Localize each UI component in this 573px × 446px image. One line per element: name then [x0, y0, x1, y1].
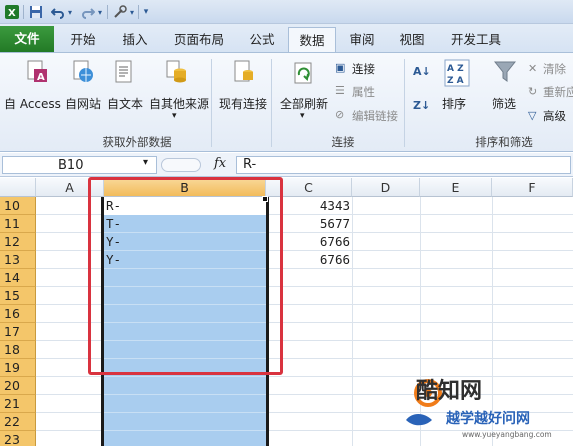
refresh-all-button[interactable]: 全部刷新	[280, 95, 328, 112]
row-header-17[interactable]: 17	[0, 323, 36, 341]
undo-icon[interactable]	[50, 4, 66, 20]
row-header-15[interactable]: 15	[0, 287, 36, 305]
sort-icon: A Z Z A	[444, 59, 470, 87]
row-header-14[interactable]: 14	[0, 269, 36, 287]
name-box[interactable]: B10 ▾	[2, 156, 157, 174]
existing-connections-icon	[233, 59, 255, 85]
row-header-11[interactable]: 11	[0, 215, 36, 233]
group-label-sort-filter: 排序和筛选	[475, 135, 533, 149]
svg-text:X: X	[8, 8, 16, 19]
excel-app-icon[interactable]: X	[4, 4, 20, 20]
sort-button[interactable]: 排序	[442, 95, 466, 112]
reapply-icon: ↻	[528, 85, 538, 98]
customize-icon[interactable]: ▾	[141, 4, 151, 20]
row-header-12[interactable]: 12	[0, 233, 36, 251]
clear-filter-button[interactable]: 清除	[543, 61, 566, 77]
redo-icon[interactable]	[80, 4, 96, 20]
tab-review[interactable]: 审阅	[340, 27, 384, 52]
row-header-18[interactable]: 18	[0, 341, 36, 359]
group-label-get-external: 获取外部数据	[102, 135, 172, 149]
sort-ascending-icon[interactable]: A↓	[413, 65, 431, 78]
column-header-f[interactable]: F	[492, 178, 573, 197]
properties-button[interactable]: 属性	[352, 84, 375, 100]
tab-page-layout[interactable]: 页面布局	[164, 27, 234, 52]
column-header-e[interactable]: E	[420, 178, 492, 197]
divider	[138, 5, 139, 19]
row-header-16[interactable]: 16	[0, 305, 36, 323]
tab-home[interactable]: 开始	[60, 27, 106, 52]
web-icon	[72, 59, 94, 85]
quick-access-toolbar: X ▾ ▾ ▾ ▾	[0, 0, 573, 24]
tab-developer[interactable]: 开发工具	[440, 27, 512, 52]
row-header-22[interactable]: 22	[0, 413, 36, 431]
column-header-d[interactable]: D	[352, 178, 420, 197]
tab-insert[interactable]: 插入	[112, 27, 158, 52]
svg-text:A: A	[37, 72, 45, 83]
watermark-url: www.yueyangbang.com	[462, 430, 552, 439]
access-db-icon: A	[26, 59, 48, 85]
chevron-down-icon[interactable]: ▾	[143, 157, 148, 168]
connections-icon: ▣	[335, 61, 346, 74]
chevron-down-icon[interactable]: ▾	[300, 111, 305, 121]
tab-view[interactable]: 视图	[390, 27, 434, 52]
divider	[107, 5, 108, 19]
filter-button[interactable]: 筛选	[492, 95, 516, 112]
from-text-button[interactable]: 自文本	[107, 95, 143, 112]
edit-links-icon: ⊘	[335, 108, 345, 121]
row-header-13[interactable]: 13	[0, 251, 36, 269]
tab-file[interactable]: 文件	[0, 26, 54, 52]
tab-data[interactable]: 数据	[288, 27, 336, 52]
group-label-connections: 连接	[331, 135, 355, 149]
watermark-title: 酷知网	[416, 379, 483, 404]
row-header-19[interactable]: 19	[0, 359, 36, 377]
divider	[404, 59, 405, 147]
highlight-box	[88, 177, 283, 375]
tools-icon[interactable]	[112, 4, 128, 20]
column-gridline	[352, 197, 353, 446]
watermark: 酷知网 越学越好问网 www.yueyangbang.com	[402, 372, 573, 446]
divider	[23, 5, 24, 19]
advanced-filter-button[interactable]: 高级	[543, 108, 566, 124]
from-other-sources-button[interactable]: 自其他来源	[149, 95, 209, 112]
chevron-down-icon[interactable]: ▾	[96, 4, 104, 20]
filter-icon	[493, 59, 517, 85]
name-box-value: B10	[58, 158, 84, 173]
from-access-button[interactable]: 自 Access	[4, 95, 61, 112]
refresh-all-icon	[293, 61, 315, 87]
select-all-corner[interactable]	[0, 178, 36, 197]
svg-text:Z A: Z A	[447, 76, 464, 86]
row-header-20[interactable]: 20	[0, 377, 36, 395]
edit-links-button[interactable]: 编辑链接	[352, 108, 398, 124]
svg-text:A Z: A Z	[447, 64, 464, 74]
divider	[271, 59, 272, 147]
row-header-21[interactable]: 21	[0, 395, 36, 413]
chevron-down-icon[interactable]: ▾	[172, 111, 177, 121]
row-header-23[interactable]: 23	[0, 431, 36, 446]
from-web-button[interactable]: 自网站	[65, 95, 101, 112]
save-icon[interactable]	[28, 4, 44, 20]
chevron-down-icon[interactable]: ▾	[66, 4, 74, 20]
tab-formulas[interactable]: 公式	[240, 27, 284, 52]
other-sources-icon	[165, 59, 187, 85]
drag-handle-icon[interactable]	[161, 158, 201, 172]
formula-bar: B10 ▾ fx R-	[0, 153, 573, 177]
existing-connections-button[interactable]: 现有连接	[219, 95, 267, 112]
clear-icon: ✕	[528, 62, 538, 75]
ribbon-tabs: 文件 开始 插入 页面布局 公式 数据 审阅 视图 开发工具	[0, 24, 573, 52]
properties-icon: ☰	[335, 84, 345, 97]
chevron-down-icon[interactable]: ▾	[128, 4, 136, 20]
connections-button[interactable]: 连接	[352, 61, 375, 77]
watermark-subtitle: 越学越好问网	[446, 411, 530, 427]
text-file-icon	[113, 59, 135, 85]
reapply-button[interactable]: 重新应	[543, 84, 573, 100]
formula-input[interactable]: R-	[236, 156, 571, 174]
ribbon-panel: A 自 Access 自网站 自文本 自其他来源 ▾ 现有连接 获取外部数据 全…	[0, 52, 573, 152]
advanced-icon: ▽	[528, 109, 537, 122]
sort-descending-icon[interactable]: Z↓	[413, 99, 430, 112]
row-header-10[interactable]: 10	[0, 197, 36, 215]
fx-icon[interactable]: fx	[214, 156, 226, 171]
